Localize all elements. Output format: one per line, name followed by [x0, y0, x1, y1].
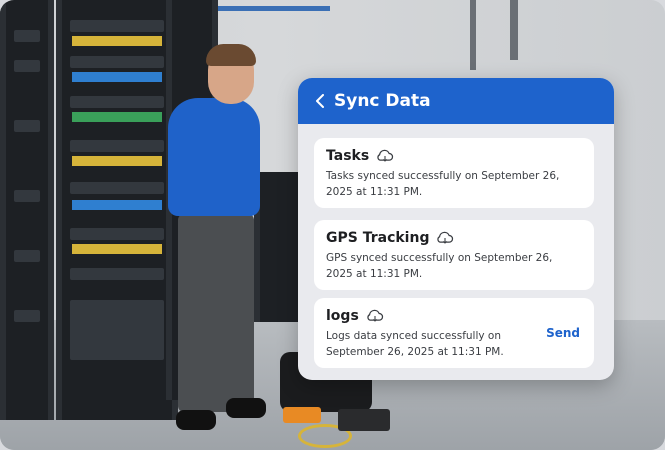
page-title: Sync Data: [334, 91, 431, 111]
sync-card-tasks: Tasks Tasks synced successfully on Septe…: [314, 138, 594, 208]
technician-hair: [206, 44, 256, 66]
card-title: GPS Tracking: [326, 230, 582, 246]
sync-data-panel: Sync Data Tasks Tasks synced successfull…: [298, 78, 614, 380]
toolbox: [338, 409, 390, 431]
technician-shirt: [168, 98, 260, 216]
card-title: Tasks: [326, 148, 582, 164]
card-title: logs: [326, 308, 582, 324]
boot: [226, 398, 266, 418]
boot: [176, 410, 216, 430]
sync-card-logs: logs Logs data synced successfully on Se…: [314, 298, 594, 368]
cloud-sync-icon: [367, 309, 383, 322]
card-title-text: logs: [326, 308, 359, 324]
panel-header: Sync Data: [298, 78, 614, 124]
card-title-text: GPS Tracking: [326, 230, 430, 246]
cloud-sync-icon: [377, 149, 394, 162]
card-status-text: Tasks synced successfully on September 2…: [326, 170, 560, 198]
card-status-text: Logs data synced successfully on Septemb…: [326, 330, 504, 358]
technician-legs: [178, 214, 254, 412]
sync-card-gps: GPS Tracking GPS synced successfully on …: [314, 220, 594, 290]
card-title-text: Tasks: [326, 148, 370, 164]
server-rack: [56, 0, 178, 420]
background-photo: Sync Data Tasks Tasks synced successfull…: [0, 0, 665, 450]
cloud-sync-icon: [437, 231, 454, 244]
card-status-text: GPS synced successfully on September 26,…: [326, 252, 553, 280]
server-rack: [0, 0, 54, 420]
multimeter: [283, 407, 321, 423]
pipe: [510, 0, 518, 60]
chevron-left-icon[interactable]: [312, 93, 328, 109]
send-button[interactable]: Send: [546, 326, 580, 340]
pipe: [470, 0, 476, 70]
